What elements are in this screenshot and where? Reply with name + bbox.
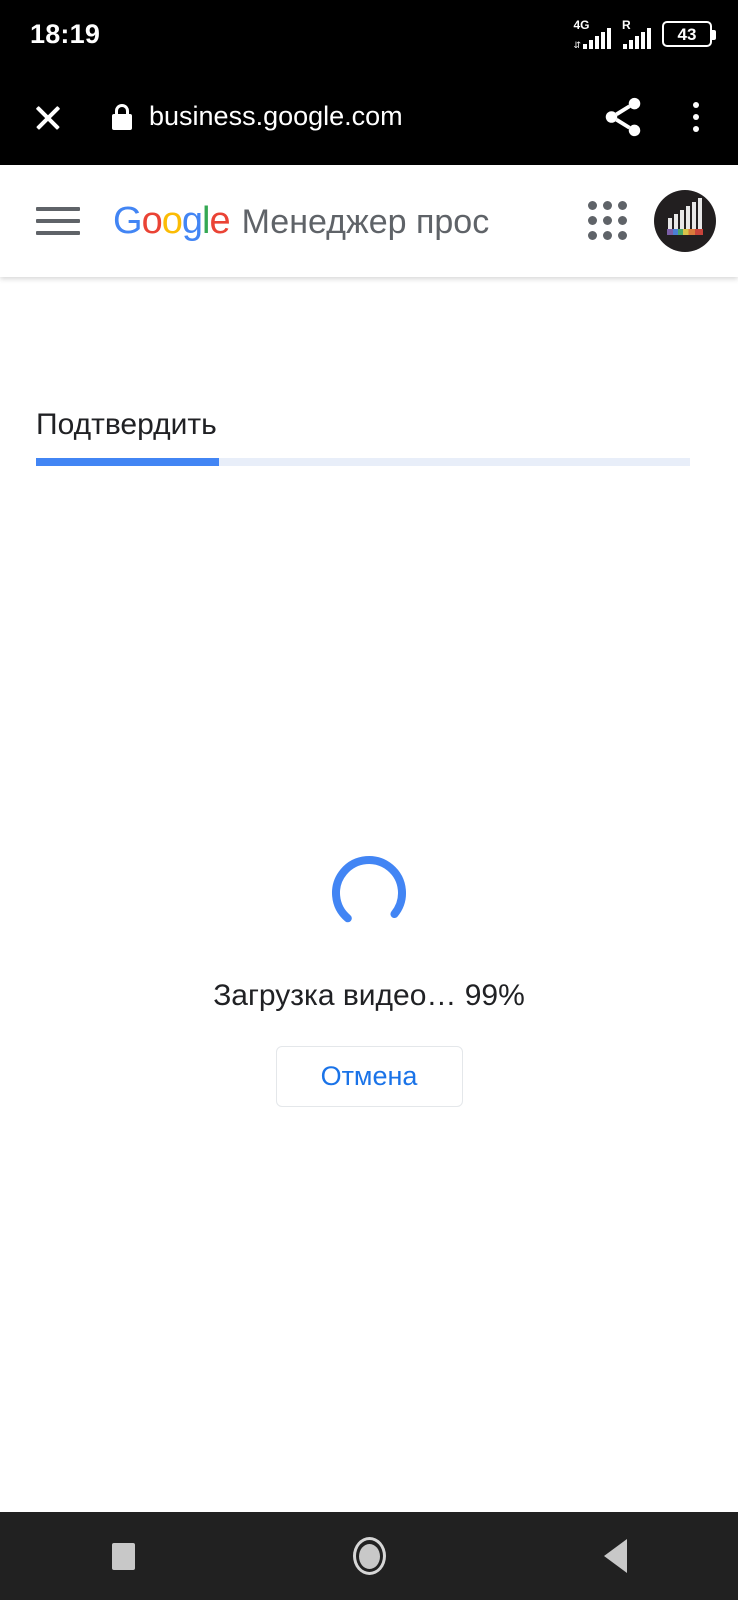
status-clock: 18:19 — [30, 18, 101, 49]
step-progress-bar — [36, 458, 690, 466]
avatar-logo-mark — [666, 198, 704, 238]
browser-url-bar: business.google.com — [0, 68, 738, 165]
roaming-signal-bars-icon: R — [622, 19, 651, 49]
phone-screen: 18:19 4G ⇵ R 43 business.google.com Goog… — [0, 0, 738, 1600]
battery-icon: 43 — [662, 21, 716, 47]
lock-icon — [112, 103, 132, 130]
recents-square-icon — [111, 1542, 135, 1570]
product-name: Менеджер проc — [241, 202, 490, 241]
home-button[interactable] — [246, 1512, 492, 1600]
google-logo-letter: o — [141, 199, 163, 242]
recents-button[interactable] — [0, 1512, 246, 1600]
signal-bars-icon: 4G ⇵ — [573, 18, 611, 50]
avatar-color-stripe — [667, 229, 703, 235]
loading-block: Загрузка видео… 99% Отмена — [0, 852, 738, 1107]
step-progress-fill — [36, 458, 220, 466]
data-arrows-icon: ⇵ — [573, 40, 581, 50]
roaming-label: R — [622, 18, 631, 32]
google-logo-letter: o — [161, 199, 183, 242]
close-icon[interactable] — [26, 95, 70, 139]
home-circle-icon — [352, 1537, 386, 1575]
google-logo-letter: g — [181, 199, 203, 242]
back-triangle-icon — [603, 1539, 627, 1573]
android-nav-bar — [0, 1512, 738, 1600]
network-type-label: 4G — [573, 18, 590, 32]
app-header: Google Менеджер проc — [0, 165, 738, 277]
account-avatar[interactable] — [654, 190, 716, 252]
google-logo: Google — [113, 199, 231, 243]
apps-grid-icon[interactable] — [584, 197, 632, 245]
more-vertical-icon[interactable] — [678, 95, 714, 139]
share-icon[interactable] — [600, 94, 646, 140]
status-icons: 4G ⇵ R 43 — [573, 18, 716, 50]
loading-status-text: Загрузка видео… 99% — [213, 979, 525, 1012]
battery-percent-label: 43 — [677, 24, 697, 44]
brand-area: Google Менеджер проc — [113, 200, 584, 243]
hamburger-menu-icon[interactable] — [36, 199, 80, 243]
page-title: Подтвердить — [36, 408, 217, 441]
url-text[interactable]: business.google.com — [149, 101, 600, 132]
page-content: Подтвердить Загрузка видео… 99% Отмена — [0, 277, 738, 1512]
loading-spinner-icon — [328, 852, 410, 934]
back-button[interactable] — [492, 1512, 738, 1600]
status-bar: 18:19 4G ⇵ R 43 — [0, 0, 738, 68]
cancel-button[interactable]: Отмена — [275, 1046, 463, 1107]
google-logo-letter: e — [209, 199, 230, 242]
google-logo-letter: G — [113, 199, 143, 242]
